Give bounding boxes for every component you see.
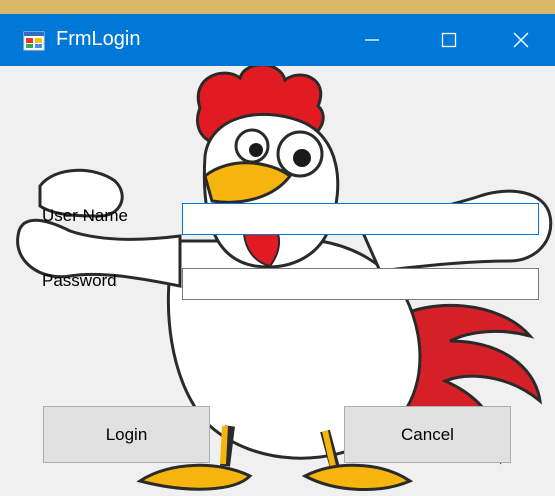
title-bar[interactable]: FrmLogin — [0, 14, 555, 66]
login-button[interactable]: Login — [43, 406, 210, 463]
maximize-icon — [441, 32, 457, 48]
username-label: User Name — [42, 206, 128, 225]
form-client-area: User Name Password Login Cancel — [0, 66, 555, 496]
window-title: FrmLogin — [56, 28, 141, 50]
minimize-button[interactable] — [335, 14, 409, 66]
password-input[interactable] — [182, 268, 539, 300]
password-label: Password — [42, 271, 117, 290]
cancel-button[interactable]: Cancel — [344, 406, 511, 463]
desktop-strip — [0, 0, 555, 14]
minimize-icon — [365, 39, 379, 41]
login-window: FrmLogin User Name Password Login Cancel — [0, 0, 555, 496]
close-button[interactable] — [484, 14, 555, 66]
winforms-app-icon — [23, 31, 45, 51]
username-input[interactable] — [182, 203, 539, 235]
maximize-button[interactable] — [412, 14, 486, 66]
close-icon — [513, 32, 529, 48]
